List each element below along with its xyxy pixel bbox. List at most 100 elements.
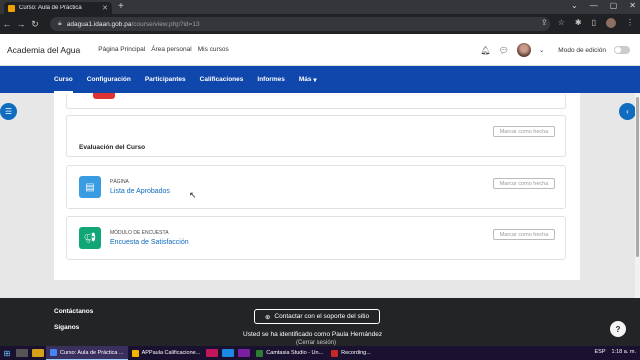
- profile-avatar[interactable]: [606, 18, 616, 28]
- contact-support-button[interactable]: ⊕ Contactar con el soporte del sitio: [254, 309, 380, 324]
- edit-mode-label: Modo de edición: [558, 46, 606, 54]
- taskbar-label: APPaula Calificacione...: [141, 350, 201, 356]
- start-icon[interactable]: ⊞: [0, 349, 14, 358]
- site-footer: Contáctanos Síganos ⊕ Contactar con el s…: [0, 298, 640, 346]
- scrollbar-thumb[interactable]: [636, 97, 639, 257]
- minimize-icon[interactable]: —: [590, 1, 598, 10]
- url-path: /course/view.php?id=13: [131, 20, 200, 28]
- record-icon: [331, 349, 339, 357]
- mouse-cursor-icon: ↖: [189, 190, 197, 200]
- taskbar-label: Recording...: [341, 350, 371, 356]
- activity-item: 📢︎ MÓDULO DE ENCUESTA Encuesta de Satisf…: [66, 216, 566, 260]
- nav-home[interactable]: Página Principal: [98, 46, 145, 53]
- activity-link[interactable]: Encuesta de Satisfacción: [110, 239, 189, 246]
- back-icon[interactable]: ←: [0, 19, 14, 29]
- logged-in-info: Usted se ha identificado como Paula Hern…: [243, 331, 383, 338]
- page-icon: ▤: [79, 176, 101, 198]
- new-tab-button[interactable]: +: [118, 1, 124, 12]
- activity-item: ▤ PÁGINA Lista de Aprobados Marcar como …: [66, 165, 566, 209]
- taskbar-item-browser[interactable]: Curso: Aula de Práctica ...: [46, 346, 128, 360]
- life-ring-icon: ⊕: [264, 313, 271, 321]
- mark-done-button[interactable]: Marcar como hecha: [493, 229, 555, 240]
- activity-type: PÁGINA: [110, 179, 129, 185]
- course-index-drawer-button[interactable]: ☰: [0, 103, 17, 120]
- os-taskbar: ⊞ Curso: Aula de Práctica ... APPaula Ca…: [0, 346, 640, 360]
- chevron-down-icon[interactable]: ⌄: [571, 1, 578, 10]
- megaphone-icon: 📢︎: [79, 227, 101, 249]
- chrome-icon: [131, 349, 139, 357]
- url-field[interactable]: 🔒︎ adagua1.idaan.gob.pa /course/view.php…: [50, 17, 550, 31]
- primary-navigation: Página Principal Área personal Mis curso…: [98, 46, 229, 53]
- camtasia-icon: [256, 349, 264, 357]
- mark-done-button[interactable]: Marcar como hecha: [493, 178, 555, 189]
- site-header: Academia del Agua Página Principal Área …: [0, 34, 640, 66]
- user-avatar[interactable]: [516, 43, 531, 57]
- help-button[interactable]: ?: [610, 321, 626, 337]
- taskbar-item-recording[interactable]: Recording...: [327, 346, 375, 360]
- toolbar-icons: ⇪ ☆ ✱ ▯ ⋮: [541, 18, 634, 28]
- tray-language[interactable]: ESP: [595, 349, 606, 355]
- section-card: Marcar como hecha Evaluación del Curso: [66, 115, 566, 157]
- tab-title: Curso: Aula de Práctica: [19, 5, 82, 11]
- app-icon[interactable]: [222, 349, 235, 357]
- browser-tab-strip: Curso: Aula de Práctica ✕ + ⌄ — ▢ ✕: [0, 0, 640, 14]
- site-brand[interactable]: Academia del Agua: [7, 45, 80, 55]
- browser-tab[interactable]: Curso: Aula de Práctica ✕: [4, 2, 112, 14]
- taskbar-item-grades[interactable]: APPaula Calificacione...: [128, 346, 205, 360]
- share-icon[interactable]: ⇪: [541, 18, 548, 28]
- lock-icon: 🔒︎: [58, 20, 62, 27]
- chevron-down-icon: ▾: [313, 76, 317, 84]
- nav-my-courses[interactable]: Mis cursos: [198, 46, 229, 53]
- tab-reports[interactable]: Informes: [257, 66, 284, 93]
- chrome-icon: [50, 349, 57, 356]
- reload-icon[interactable]: ↻: [28, 19, 42, 30]
- contact-support-label: Contactar con el soporte del sitio: [274, 313, 370, 320]
- app-icon[interactable]: [206, 349, 219, 357]
- course-content: Marcar como hecha Evaluación del Curso ▤…: [54, 93, 580, 280]
- activity-link[interactable]: Lista de Aprobados: [110, 188, 170, 195]
- sidebar-icon[interactable]: ▯: [592, 18, 596, 28]
- tray-clock[interactable]: 1:18 a. m.: [612, 349, 636, 355]
- search-icon[interactable]: [16, 349, 28, 357]
- course-navigation: Curso Configuración Participantes Califi…: [0, 66, 640, 93]
- maximize-icon[interactable]: ▢: [610, 1, 618, 10]
- extensions-icon[interactable]: ✱: [575, 18, 582, 28]
- footer-contact-heading: Contáctanos: [54, 308, 94, 315]
- star-icon[interactable]: ☆: [558, 18, 565, 28]
- menu-icon[interactable]: ⋮: [626, 18, 634, 28]
- close-tab-icon[interactable]: ✕: [102, 4, 108, 12]
- taskbar-item-camtasia[interactable]: Camtasia Studio - Un...: [252, 346, 327, 360]
- address-bar-row: ← → ↻ 🔒︎ adagua1.idaan.gob.pa /course/vi…: [0, 14, 640, 34]
- moodle-favicon-icon: [8, 4, 15, 12]
- list-icon: ☰: [4, 107, 13, 116]
- chevron-left-icon: ‹: [626, 107, 629, 116]
- file-explorer-icon[interactable]: [32, 349, 44, 357]
- mark-done-button[interactable]: Marcar como hecha: [493, 126, 555, 137]
- section-title: Evaluación del Curso: [79, 144, 146, 151]
- window-controls: ⌄ — ▢ ✕: [571, 1, 636, 10]
- taskbar-label: Curso: Aula de Práctica ...: [60, 349, 124, 356]
- bell-icon[interactable]: 🔔︎: [481, 46, 491, 55]
- tab-grades[interactable]: Calificaciones: [200, 66, 244, 93]
- taskbar-label: Camtasia Studio - Un...: [266, 350, 324, 356]
- tab-settings[interactable]: Configuración: [87, 66, 131, 93]
- tab-more-label: Más: [298, 76, 312, 83]
- url-domain: adagua1.idaan.gob.pa: [66, 20, 132, 28]
- chevron-down-icon[interactable]: ⌄: [539, 46, 544, 54]
- app-icon[interactable]: [238, 349, 251, 357]
- edit-mode-toggle[interactable]: [614, 46, 630, 54]
- close-window-icon[interactable]: ✕: [629, 1, 636, 10]
- chat-icon[interactable]: 💬︎: [499, 46, 509, 55]
- forward-icon[interactable]: →: [14, 19, 28, 29]
- nav-dashboard[interactable]: Área personal: [151, 46, 191, 53]
- tab-more[interactable]: Más ▾: [299, 66, 317, 93]
- footer-follow-heading: Síganos: [54, 324, 80, 331]
- block-drawer-button[interactable]: ‹: [619, 103, 636, 120]
- activity-type: MÓDULO DE ENCUESTA: [110, 230, 169, 236]
- system-tray: ESP 1:18 a. m.: [595, 349, 636, 355]
- activity-icon: [93, 93, 115, 99]
- tab-participants[interactable]: Participantes: [145, 66, 186, 93]
- user-area: 🔔︎ 💬︎ ⌄ Modo de edición: [481, 43, 630, 57]
- tab-course[interactable]: Curso: [54, 66, 73, 93]
- previous-activity-card: [66, 93, 566, 109]
